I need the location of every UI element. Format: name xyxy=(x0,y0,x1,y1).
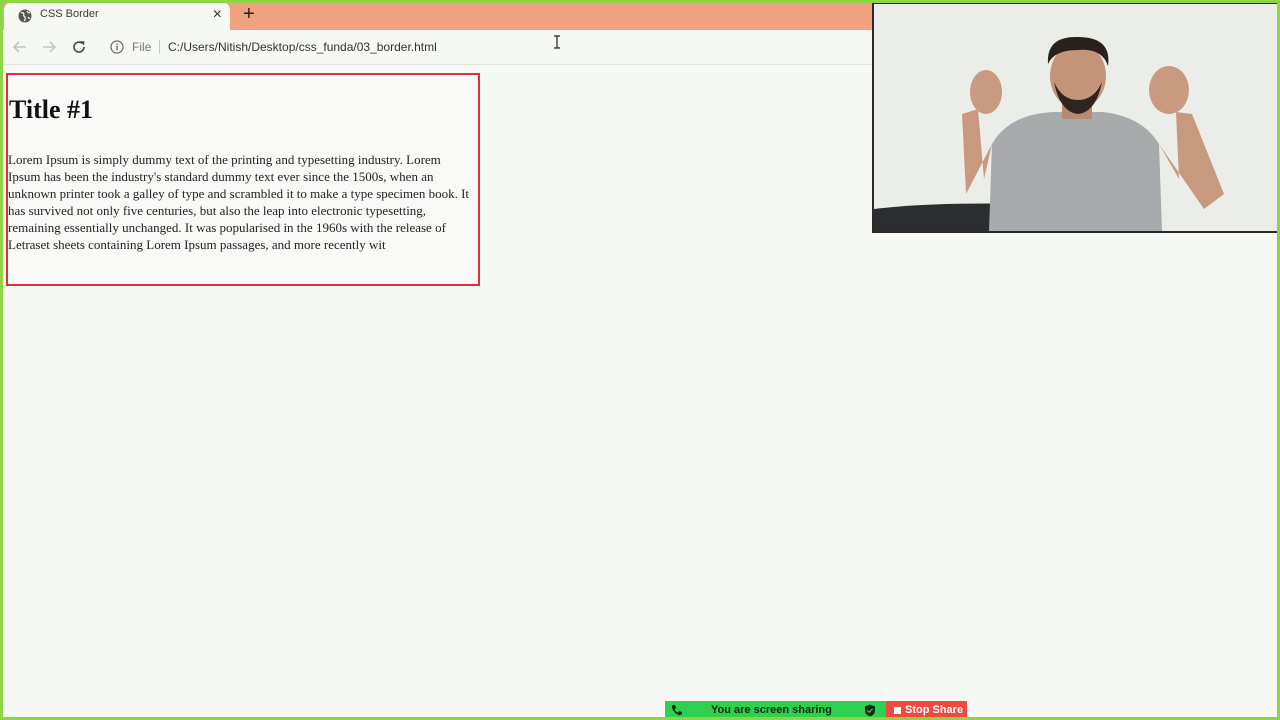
address-bar[interactable]: C:/Users/Nitish/Desktop/css_funda/03_bor… xyxy=(168,40,437,54)
tab-title: CSS Border xyxy=(40,8,99,20)
lorem-paragraph: Lorem Ipsum is simply dummy text of the … xyxy=(8,152,470,252)
screen-sharing-label: You are screen sharing xyxy=(711,704,832,716)
stop-square-icon xyxy=(894,707,901,714)
omnibox-scheme-label: File xyxy=(132,40,161,54)
i-beam-cursor-icon xyxy=(554,35,560,49)
stop-share-button[interactable]: Stop Share xyxy=(886,701,967,720)
back-arrow-icon[interactable] xyxy=(12,39,28,55)
new-tab-button[interactable]: + xyxy=(243,3,255,25)
shield-icon[interactable] xyxy=(864,704,876,717)
webcam-video-overlay xyxy=(872,2,1280,233)
tab-css-border[interactable]: CSS Border × xyxy=(4,2,230,30)
screen-share-status[interactable]: You are screen sharing xyxy=(665,701,886,720)
presenter-video-frame xyxy=(874,4,1278,231)
forward-arrow-icon[interactable] xyxy=(41,39,57,55)
screen-share-bar: You are screen sharing Stop Share xyxy=(665,701,967,720)
info-icon[interactable] xyxy=(110,40,124,54)
reload-icon[interactable] xyxy=(71,39,87,55)
phone-icon xyxy=(672,705,682,716)
bordered-content-box: Title #1 Lorem Ipsum is simply dummy tex… xyxy=(6,73,480,286)
page-title: Title #1 xyxy=(9,95,94,124)
globe-icon xyxy=(18,9,32,23)
stop-share-label: Stop Share xyxy=(905,704,964,716)
close-tab-icon[interactable]: × xyxy=(213,5,222,25)
